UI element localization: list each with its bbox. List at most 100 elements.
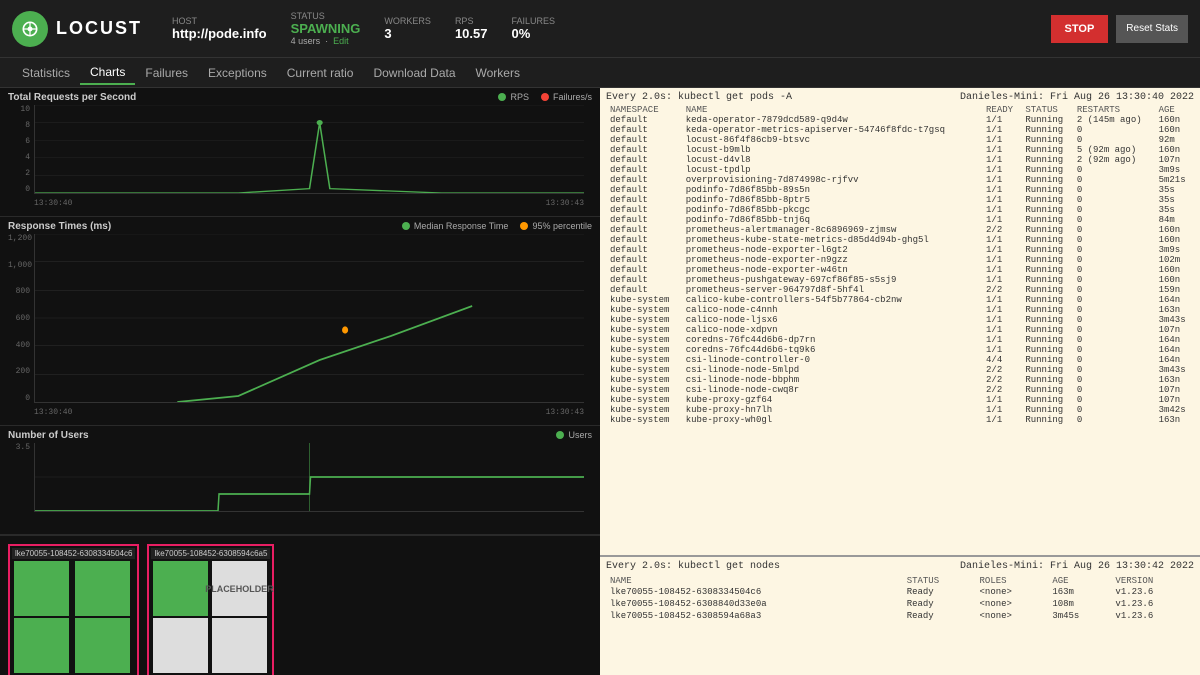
rps-legend-rps: RPS — [498, 92, 529, 102]
node-card-2-label: lke70055-108452-6308594c6a5 — [151, 548, 270, 559]
table-row: defaultkeda-operator-metrics-apiserver-5… — [606, 125, 1194, 135]
nodes-table-body: lke70055-108452-6308334504c6Ready<none>1… — [606, 586, 1194, 622]
users-chart-title: Number of Users — [8, 430, 592, 441]
col-ready: READY — [982, 105, 1021, 115]
col-status: STATUS — [1021, 105, 1072, 115]
col-age: AGE — [1155, 105, 1194, 115]
rps-x-axis: 13:30:40 13:30:43 — [34, 194, 584, 212]
reset-stats-button[interactable]: Reset Stats — [1116, 15, 1188, 43]
node-cell-2-4 — [212, 618, 267, 673]
table-row: defaultpodinfo-7d86f85bb-pkcgc1/1Running… — [606, 205, 1194, 215]
table-row: kube-systemcoredns-76fc44d6b6-dp7rn1/1Ru… — [606, 335, 1194, 345]
users-legend: Users — [556, 430, 592, 440]
node-card-2: lke70055-108452-6308594c6a5 PLACEHOLDER — [147, 544, 274, 675]
table-row: kube-systemcalico-kube-controllers-54f5b… — [606, 295, 1194, 305]
failures-dot — [541, 93, 549, 101]
table-row: kube-systemkube-proxy-hn7lh1/1Running03m… — [606, 405, 1194, 415]
locust-svg — [20, 19, 40, 39]
tab-statistics[interactable]: Statistics — [12, 62, 80, 84]
stop-button[interactable]: STOP — [1051, 15, 1109, 43]
node-col-status: STATUS — [903, 576, 976, 586]
table-row: defaultlocust-86f4f86cb9-btsvc1/1Running… — [606, 135, 1194, 145]
table-row: defaultlocust-tpdlp1/1Running03m9s — [606, 165, 1194, 175]
node-card-1-grid — [12, 559, 135, 675]
table-row: kube-systemcsi-linode-controller-04/4Run… — [606, 355, 1194, 365]
nodes-table: NAME STATUS ROLES AGE VERSION lke70055-1… — [606, 576, 1194, 622]
table-row: lke70055-108452-6308334504c6Ready<none>1… — [606, 586, 1194, 598]
table-row: defaultkeda-operator-7879dcd589-q9d4w1/1… — [606, 115, 1194, 125]
response-legend: Median Response Time 95% percentile — [402, 221, 592, 231]
tab-charts[interactable]: Charts — [80, 61, 135, 85]
rps-chart-canvas: 10 8 6 4 2 0 — [8, 105, 592, 212]
node-cards-container: lke70055-108452-6308334504c6 lke70055-10… — [8, 544, 592, 675]
pods-terminal-section: Every 2.0s: kubectl get pods -A Danieles… — [600, 88, 1200, 555]
node-col-roles: ROLES — [976, 576, 1049, 586]
tab-exceptions[interactable]: Exceptions — [198, 62, 277, 84]
table-row: defaultprometheus-node-exporter-n9gzz1/1… — [606, 255, 1194, 265]
median-dot — [402, 222, 410, 230]
response-legend-95: 95% percentile — [520, 221, 592, 231]
tab-failures[interactable]: Failures — [135, 62, 198, 84]
header: LOCUST HOST http://pode.info STATUS SPAW… — [0, 0, 1200, 58]
workers-stat: WORKERS 3 — [384, 16, 431, 41]
failures-value: 0% — [511, 26, 555, 41]
rps-legend-failures: Failures/s — [541, 92, 592, 102]
rps-chart-section: Total Requests per Second RPS Failures/s… — [0, 88, 600, 217]
tab-download-data[interactable]: Download Data — [363, 62, 465, 84]
table-row: kube-systemcsi-linode-node-bbphm2/2Runni… — [606, 375, 1194, 385]
table-row: kube-systemcsi-linode-node-cwq8r2/2Runni… — [606, 385, 1194, 395]
workers-value: 3 — [384, 26, 431, 41]
failures-label: FAILURES — [511, 16, 555, 26]
edit-link[interactable]: Edit — [333, 36, 349, 46]
terminal-panel: Every 2.0s: kubectl get pods -A Danieles… — [600, 88, 1200, 675]
col-restarts: RESTARTS — [1073, 105, 1155, 115]
main-content: Total Requests per Second RPS Failures/s… — [0, 88, 1200, 675]
rps-legend: RPS Failures/s — [498, 92, 592, 102]
nodes-table-header-row: NAME STATUS ROLES AGE VERSION — [606, 576, 1194, 586]
status-stat: STATUS SPAWNING 4 users · Edit — [291, 11, 361, 46]
pods-terminal-header: Every 2.0s: kubectl get pods -A Danieles… — [606, 92, 1194, 103]
locust-logo-icon — [12, 11, 48, 47]
host-label: HOST — [172, 16, 267, 26]
users-chart-section: Number of Users Users 3.5 — [0, 426, 600, 535]
rps-value: 10.57 — [455, 26, 488, 41]
table-row: defaultprometheus-server-964797d8f-5hf4l… — [606, 285, 1194, 295]
response-chart-canvas: 1,200 1,000 800 600 400 200 0 — [8, 234, 592, 421]
node-cell-1-4 — [75, 618, 130, 673]
pods-table-header-row: NAMESPACE NAME READY STATUS RESTARTS AGE — [606, 105, 1194, 115]
logo-text: LOCUST — [56, 18, 142, 39]
node-card-2-grid: PLACEHOLDER — [151, 559, 270, 675]
table-row: defaultlocust-d4vl81/1Running2 (92m ago)… — [606, 155, 1194, 165]
users-y-axis: 3.5 — [8, 443, 32, 512]
table-row: defaultprometheus-pushgateway-697cf86f85… — [606, 275, 1194, 285]
node-col-name: NAME — [606, 576, 903, 586]
node-cards-section: lke70055-108452-6308334504c6 lke70055-10… — [0, 535, 600, 675]
table-row: defaultprometheus-kube-state-metrics-d85… — [606, 235, 1194, 245]
response-legend-median: Median Response Time — [402, 221, 509, 231]
table-row: defaultpodinfo-7d86f85bb-tnj6q1/1Running… — [606, 215, 1194, 225]
status-value: SPAWNING — [291, 21, 361, 36]
node-card-1: lke70055-108452-6308334504c6 — [8, 544, 139, 675]
table-row: kube-systemkube-proxy-wh0gl1/1Running016… — [606, 415, 1194, 425]
node-col-age: AGE — [1048, 576, 1111, 586]
table-row: defaultpodinfo-7d86f85bb-89s5n1/1Running… — [606, 185, 1194, 195]
response-chart-section: Response Times (ms) Median Response Time… — [0, 217, 600, 426]
users-chart-area — [34, 443, 584, 512]
node-cell-1-2 — [75, 561, 130, 616]
tab-current-ratio[interactable]: Current ratio — [277, 62, 364, 84]
node-cell-1-3 — [14, 618, 69, 673]
node-cell-2-2: PLACEHOLDER — [212, 561, 267, 616]
charts-panel: Total Requests per Second RPS Failures/s… — [0, 88, 600, 675]
table-row: kube-systemcalico-node-c4nnh1/1Running01… — [606, 305, 1194, 315]
host-value: http://pode.info — [172, 26, 267, 41]
tab-workers[interactable]: Workers — [466, 62, 530, 84]
logo-area: LOCUST — [12, 11, 142, 47]
response-x-axis: 13:30:40 13:30:43 — [34, 403, 584, 421]
table-row: defaultprometheus-node-exporter-w46tn1/1… — [606, 265, 1194, 275]
rps-chart-area — [34, 105, 584, 194]
table-row: defaultpodinfo-7d86f85bb-8ptr51/1Running… — [606, 195, 1194, 205]
rps-y-axis: 10 8 6 4 2 0 — [8, 105, 32, 194]
rps-dot — [498, 93, 506, 101]
status-label: STATUS — [291, 11, 361, 21]
pods-table-body: defaultkeda-operator-7879dcd589-q9d4w1/1… — [606, 115, 1194, 425]
